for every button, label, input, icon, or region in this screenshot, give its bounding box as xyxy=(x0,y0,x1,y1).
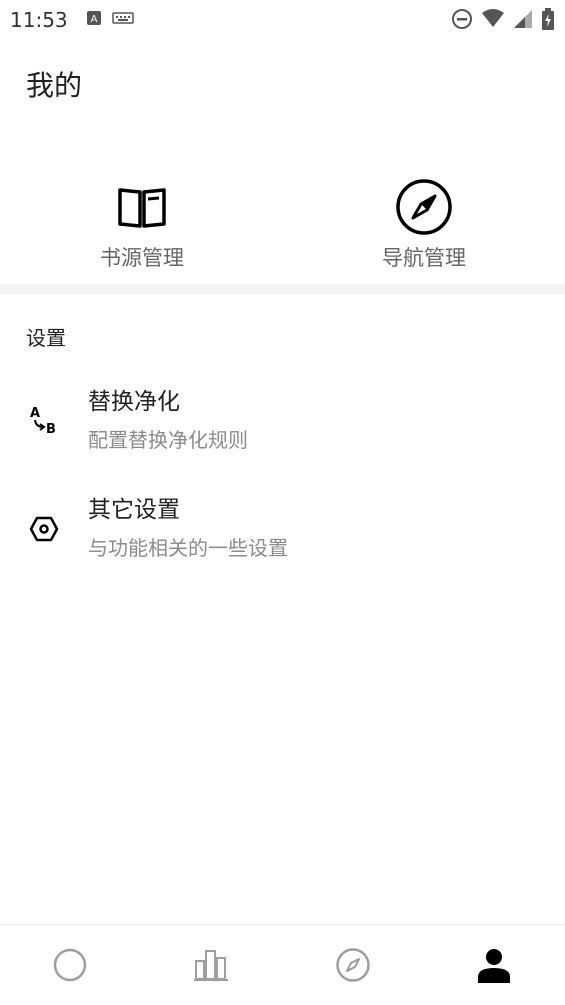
nav-item-bookshelf[interactable] xyxy=(181,941,241,989)
other-settings-title: 其它设置 xyxy=(88,497,180,523)
status-bar: 11:53 A xyxy=(0,0,565,40)
quick-actions: 书源管理 导航管理 xyxy=(0,126,565,284)
book-source-manage-button[interactable]: 书源管理 xyxy=(42,180,242,272)
replace-icon: A B xyxy=(30,406,56,437)
person-icon xyxy=(478,949,510,983)
status-time: 11:53 xyxy=(10,8,68,32)
other-settings-item[interactable]: 其它设置 与功能相关的一些设置 xyxy=(0,476,565,576)
section-divider xyxy=(0,284,565,294)
nav-item-mine[interactable] xyxy=(464,941,524,989)
navigation-manage-button[interactable]: 导航管理 xyxy=(324,179,524,272)
svg-text:A: A xyxy=(91,14,98,25)
circle-icon xyxy=(53,948,87,982)
nav-item-home[interactable] xyxy=(40,941,100,989)
battery-charging-icon xyxy=(542,8,554,30)
wifi-icon xyxy=(482,9,504,27)
do-not-disturb-icon xyxy=(452,9,472,29)
app-bar: 我的 xyxy=(0,40,565,126)
book-source-manage-label: 书源管理 xyxy=(100,246,184,270)
book-icon xyxy=(118,188,166,228)
bottom-navigation xyxy=(0,924,565,1005)
replace-purify-title: 替换净化 xyxy=(88,389,180,415)
svg-text:B: B xyxy=(46,422,56,437)
nav-item-explore[interactable] xyxy=(323,941,383,989)
status-right-icons xyxy=(451,8,555,30)
settings-section-title: 设置 xyxy=(26,326,66,350)
compass-icon xyxy=(336,948,370,982)
replace-purify-item[interactable]: A B 替换净化 配置替换净化规则 xyxy=(0,368,565,468)
other-settings-subtitle: 与功能相关的一些设置 xyxy=(88,536,288,560)
status-left-icons: A xyxy=(86,10,134,26)
compass-icon xyxy=(396,179,452,235)
navigation-manage-label: 导航管理 xyxy=(382,246,466,270)
bookshelf-icon xyxy=(194,950,228,981)
keyboard-icon xyxy=(112,12,134,24)
settings-hexagon-icon xyxy=(29,516,59,542)
svg-text:A: A xyxy=(30,406,40,421)
page-title: 我的 xyxy=(26,69,83,102)
notification-a-icon: A xyxy=(87,11,101,25)
replace-purify-subtitle: 配置替换净化规则 xyxy=(88,428,248,452)
signal-icon xyxy=(514,10,532,28)
